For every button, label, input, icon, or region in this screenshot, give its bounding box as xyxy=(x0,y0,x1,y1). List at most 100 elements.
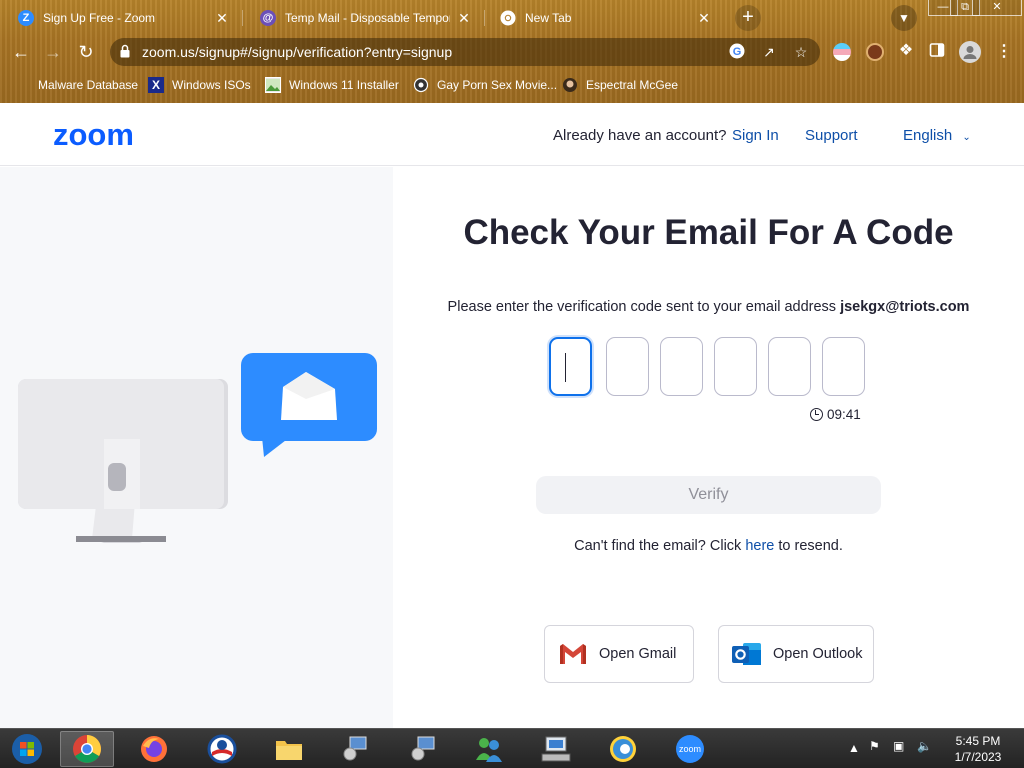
window-close-button[interactable]: ✕ xyxy=(972,0,1022,16)
tab-title: Sign Up Free - Zoom xyxy=(43,11,156,25)
firefox-icon xyxy=(141,736,167,762)
site-header: zoom Already have an account? Sign In Su… xyxy=(0,103,1024,166)
folder-icon xyxy=(276,741,302,760)
close-tab-icon[interactable]: ✕ xyxy=(696,10,712,27)
network-computer-icon xyxy=(343,736,367,761)
language-selector[interactable]: English ⌄ xyxy=(903,127,971,144)
new-tab-button[interactable]: + xyxy=(735,5,761,31)
close-tab-icon[interactable]: ✕ xyxy=(456,10,472,27)
url-text[interactable]: zoom.us/signup#/signup/verification?entr… xyxy=(142,44,452,60)
clock-icon xyxy=(810,408,823,421)
verification-panel: Check Your Email For A Code Please enter… xyxy=(393,167,1024,728)
code-digit-6-input[interactable] xyxy=(822,337,865,396)
verify-button[interactable]: Verify xyxy=(536,476,881,514)
open-outlook-label: Open Outlook xyxy=(773,646,863,662)
taskbar-chrome[interactable] xyxy=(60,731,114,767)
share-icon[interactable]: ↗ xyxy=(760,43,778,61)
code-digit-3-input[interactable] xyxy=(660,337,703,396)
sign-in-link[interactable]: Sign In xyxy=(732,127,779,144)
code-digit-4-input[interactable] xyxy=(714,337,757,396)
bookmark-malware-database[interactable]: Malware Database xyxy=(14,77,138,93)
page-title: Check Your Email For A Code xyxy=(463,213,954,252)
taskbar-browser-alt[interactable] xyxy=(596,731,650,767)
browser-menu-icon[interactable]: ⋮ xyxy=(996,41,1012,63)
bookmark-espectral-mcgee[interactable]: Espectral McGee xyxy=(562,77,678,93)
browser-chrome: Z Sign Up Free - Zoom ✕ @ Temp Mail - Di… xyxy=(0,0,1024,103)
forward-arrow-icon[interactable]: → xyxy=(42,41,64,63)
timer-value: 09:41 xyxy=(827,407,861,422)
keyboard-monitor-icon xyxy=(541,736,571,762)
system-clock[interactable]: 5:45 PM 1/7/2023 xyxy=(946,733,1010,765)
back-arrow-icon[interactable]: ← xyxy=(10,41,32,63)
bookmarks-bar: Malware Database X Windows ISOs Windows … xyxy=(0,70,1024,100)
zoom-favicon-icon: Z xyxy=(18,10,34,26)
taskbar-msn-messenger[interactable] xyxy=(462,731,516,767)
gmail-icon xyxy=(560,644,586,664)
instruction-text: Please enter the verification code sent … xyxy=(447,299,837,315)
code-digit-1-input[interactable] xyxy=(549,337,592,396)
verification-instruction: Please enter the verification code sent … xyxy=(393,299,1024,315)
bookmark-label: Espectral McGee xyxy=(586,78,679,92)
taskbar-network-setup[interactable] xyxy=(328,731,382,767)
bookmark-label: Gay Porn Sex Movie... xyxy=(437,78,558,92)
taskbar-file-explorer[interactable] xyxy=(262,731,316,767)
start-orb-icon xyxy=(12,734,42,764)
zoom-page: zoom Already have an account? Sign In Su… xyxy=(0,103,1024,728)
resend-link[interactable]: here xyxy=(745,538,774,554)
taskbar-network-setup-2[interactable] xyxy=(396,731,450,767)
svg-text:G: G xyxy=(733,46,742,58)
open-outlook-button[interactable]: Open Outlook xyxy=(718,625,874,683)
network-icon[interactable]: ▣ xyxy=(893,739,904,753)
extension-flag-icon[interactable] xyxy=(833,43,851,61)
tab-temp-mail[interactable]: @ Temp Mail - Disposable Tempora ✕ xyxy=(242,4,482,32)
profile-avatar-icon[interactable] xyxy=(959,41,981,63)
computer-chat-illustration xyxy=(18,353,377,543)
bookmark-windows-11-installer[interactable]: Windows 11 Installer xyxy=(265,77,399,93)
tray-overflow-icon[interactable]: ▲ xyxy=(848,741,860,755)
tab-new-tab[interactable]: New Tab ✕ xyxy=(482,4,722,32)
google-icon[interactable]: G xyxy=(728,43,746,61)
chevron-down-icon: ⌄ xyxy=(962,132,971,143)
close-tab-icon[interactable]: ✕ xyxy=(214,10,230,27)
bookmark-star-icon[interactable]: ☆ xyxy=(792,43,810,61)
chrome-favicon-icon xyxy=(500,10,516,26)
code-digit-2-input[interactable] xyxy=(606,337,649,396)
tab-zoom-signup[interactable]: Z Sign Up Free - Zoom ✕ xyxy=(0,4,240,32)
tab-title: Temp Mail - Disposable Tempora xyxy=(285,11,450,25)
zoom-app-icon: zoom xyxy=(676,735,704,763)
countdown-timer: 09:41 xyxy=(810,407,861,422)
extensions-puzzle-icon[interactable]: ❖ xyxy=(897,42,915,60)
windows-taskbar: zoom ▲ ⚑ ▣ 🔈 5:45 PM 1/7/2023 xyxy=(0,728,1024,768)
avatar-icon xyxy=(562,77,578,93)
tempmail-favicon-icon: @ xyxy=(260,10,276,26)
folder-icon xyxy=(14,77,30,93)
start-button[interactable] xyxy=(0,731,54,767)
browser-alt-icon xyxy=(610,736,636,762)
tab-search-chevron-icon[interactable]: ▼ xyxy=(891,5,917,31)
clock-date: 1/7/2023 xyxy=(954,750,1002,764)
bookmark-label: Malware Database xyxy=(38,78,139,92)
taskbar-obama-logo[interactable] xyxy=(195,731,249,767)
bookmark-windows-isos[interactable]: X Windows ISOs xyxy=(148,77,251,93)
taskbar-keyboard-monitor[interactable] xyxy=(529,731,583,767)
volume-icon[interactable]: 🔈 xyxy=(917,739,932,753)
bookmark-label: Windows 11 Installer xyxy=(289,78,399,92)
reload-icon[interactable]: ↻ xyxy=(75,41,97,63)
action-center-flag-icon[interactable]: ⚑ xyxy=(869,739,880,753)
image-icon xyxy=(265,77,281,93)
code-digit-5-input[interactable] xyxy=(768,337,811,396)
zoom-logo[interactable]: zoom xyxy=(53,117,134,153)
taskbar-firefox[interactable] xyxy=(127,731,181,767)
taskbar-zoom[interactable]: zoom xyxy=(663,731,717,767)
obama-logo-icon xyxy=(207,734,237,764)
open-gmail-button[interactable]: Open Gmail xyxy=(544,625,694,683)
illustration-panel xyxy=(0,167,393,728)
address-bar[interactable]: zoom.us/signup#/signup/verification?entr… xyxy=(110,38,820,66)
browser-toolbar: ← → ↻ zoom.us/signup#/signup/verificatio… xyxy=(0,34,1024,70)
open-gmail-label: Open Gmail xyxy=(599,646,677,662)
support-link[interactable]: Support xyxy=(805,127,858,144)
extension-avatar-icon[interactable] xyxy=(866,43,884,61)
bookmark-site[interactable]: Gay Porn Sex Movie... xyxy=(413,77,557,93)
resend-suffix: to resend. xyxy=(778,538,843,554)
side-panel-icon[interactable] xyxy=(928,42,946,60)
